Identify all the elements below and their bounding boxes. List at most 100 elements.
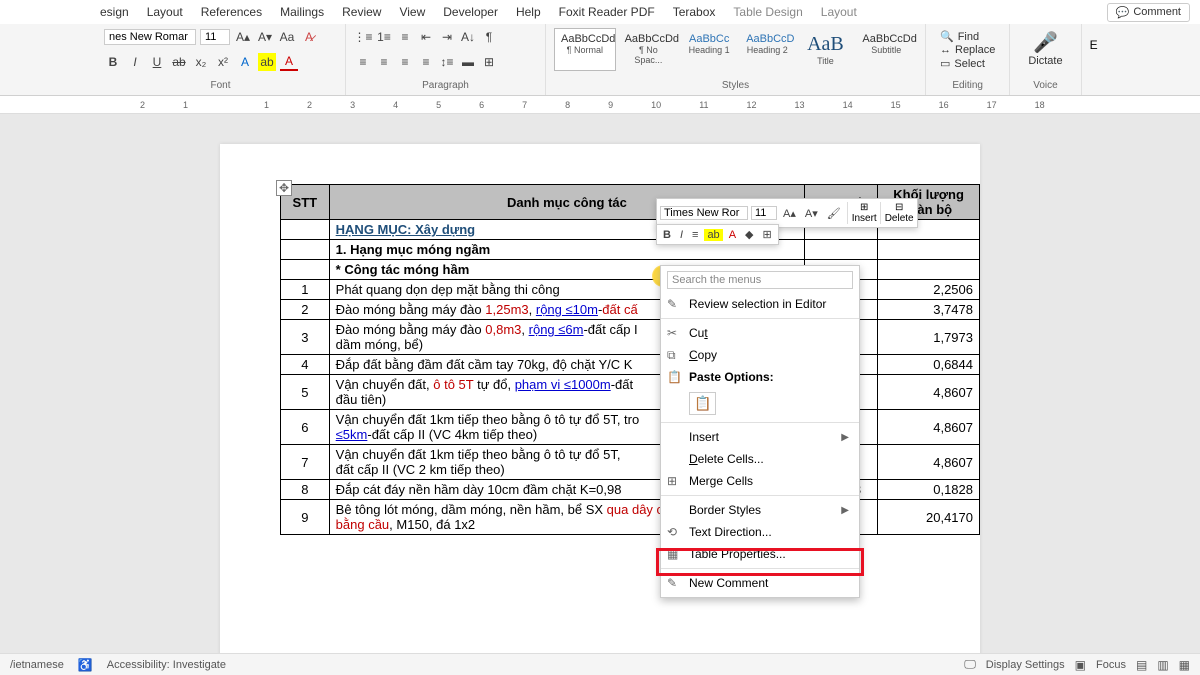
menu-search-input[interactable]: Search the menus [667,271,853,289]
mini-format-painter-icon[interactable]: 🖌 [824,207,844,220]
align-left-icon[interactable]: ≡ [354,53,372,71]
highlight-icon[interactable]: ab [258,53,276,71]
sort-icon[interactable]: A↓ [459,28,477,46]
table-row[interactable]: 7Vận chuyển đất 1km tiếp theo bằng ô tô … [281,445,980,480]
status-focus[interactable]: Focus [1096,659,1126,671]
replace-icon: ↔ [940,44,951,56]
tab-table-layout[interactable]: Layout [821,5,857,19]
table-row[interactable]: 6Vận chuyển đất 1km tiếp theo bằng ô tô … [281,410,980,445]
tab-help[interactable]: Help [516,5,541,19]
font-name-combo[interactable]: nes New Romar [104,29,196,45]
menu-review-selection-in-editor[interactable]: ✎Review selection in Editor [661,293,859,315]
comment-button[interactable]: 💬 Comment [1107,3,1190,22]
mini-insert-button[interactable]: ⊞Insert [847,202,877,224]
ruler[interactable]: 21123456789101112131415161718 [0,96,1200,114]
tab-design[interactable]: esign [100,5,129,19]
tab-mailings[interactable]: Mailings [280,5,324,19]
mini-font-combo[interactable]: Times New Ror [660,206,748,220]
view-print-icon[interactable]: ▥ [1157,658,1168,672]
style-title[interactable]: AaBTitle [797,28,853,71]
menu-new-comment[interactable]: ✎New Comment [661,572,859,594]
dictate-button[interactable]: 🎤 Dictate [1018,28,1072,69]
tab-layout[interactable]: Layout [147,5,183,19]
bullets-icon[interactable]: ⋮≡ [354,28,372,46]
table-move-handle[interactable]: ✥ [276,180,292,196]
table-row[interactable]: 1Phát quang dọn dẹp mặt bằng thi công2,2… [281,280,980,300]
mini-size-combo[interactable]: 11 [751,206,777,220]
mini-shading-icon[interactable]: ◆ [742,228,756,241]
table-row[interactable]: 5Vận chuyển đất, ô tô 5T tự đổ, phạm vi … [281,375,980,410]
tab-view[interactable]: View [399,5,425,19]
menu-table-properties---[interactable]: ▦Table Properties... [661,543,859,565]
mini-shrink-icon[interactable]: A▾ [802,207,821,220]
style---no-spac---[interactable]: AaBbCcDd¶ No Spac... [618,28,680,71]
borders-icon[interactable]: ⊞ [480,53,498,71]
tab-table-design[interactable]: Table Design [733,5,802,19]
dec-indent-icon[interactable]: ⇤ [417,28,435,46]
style-subtitle[interactable]: AaBbCcDdSubtitle [855,28,917,71]
mini-align-icon[interactable]: ≡ [689,229,701,241]
show-marks-icon[interactable]: ¶ [480,28,498,46]
italic-icon[interactable]: I [126,53,144,71]
find-button[interactable]: 🔍Find [940,30,995,43]
table-row[interactable]: 2Đào móng bằng máy đào 1,25m3, rộng ≤10m… [281,300,980,320]
mini-delete-button[interactable]: ⊟Delete [880,202,914,224]
table-row[interactable]: 3Đào móng bằng máy đào 0,8m3, rộng ≤6m-đ… [281,320,980,355]
menu-delete-cells---[interactable]: Delete Cells... [661,448,859,470]
tab-foxit[interactable]: Foxit Reader PDF [559,5,655,19]
tab-terabox[interactable]: Terabox [673,5,716,19]
mini-borders-icon[interactable]: ⊞ [760,228,775,241]
strike-icon[interactable]: ab [170,53,188,71]
mini-italic-icon[interactable]: I [677,229,686,241]
clear-format-icon[interactable]: A̷ [300,28,318,46]
line-spacing-icon[interactable]: ↕≡ [438,53,456,71]
table-row[interactable]: 4Đắp đất bằng đầm đất cầm tay 70kg, độ c… [281,355,980,375]
shrink-font-icon[interactable]: A▾ [256,28,274,46]
underline-icon[interactable]: U [148,53,166,71]
align-right-icon[interactable]: ≡ [396,53,414,71]
multilevel-icon[interactable]: ≡ [396,28,414,46]
styles-gallery[interactable]: AaBbCcDd¶ NormalAaBbCcDd¶ No Spac...AaBb… [554,28,917,71]
view-read-icon[interactable]: ▤ [1136,658,1147,672]
menu-copy[interactable]: ⧉Copy [661,344,859,366]
shading-icon[interactable]: ▬ [459,53,477,71]
table-row[interactable]: 8Đắp cát đáy nền hầm dày 10cm đầm chặt K… [281,480,980,500]
tab-developer[interactable]: Developer [443,5,498,19]
menu-cut[interactable]: ✂Cut [661,322,859,344]
select-button[interactable]: ▭Select [940,57,995,70]
mini-highlight-icon[interactable]: ab [704,229,722,241]
tab-review[interactable]: Review [342,5,381,19]
style---normal[interactable]: AaBbCcDd¶ Normal [554,28,616,71]
view-web-icon[interactable]: ▦ [1179,658,1190,672]
superscript-icon[interactable]: x² [214,53,232,71]
subscript-icon[interactable]: x₂ [192,53,210,71]
menu-paste-options-[interactable]: 📋Paste Options: [661,366,859,388]
tab-references[interactable]: References [201,5,262,19]
status-accessibility[interactable]: Accessibility: Investigate [107,659,226,671]
align-center-icon[interactable]: ≡ [375,53,393,71]
ribbon-group-paragraph: ⋮≡ 1≡ ≡ ⇤ ⇥ A↓ ¶ ≡ ≡ ≡ ≡ ↕≡ ▬ ⊞ Paragrap… [346,24,546,95]
menu-merge-cells[interactable]: ⊞Merge Cells [661,470,859,492]
table-row[interactable]: 9Bê tông lót móng, dầm móng, nền hầm, bể… [281,500,980,535]
grow-font-icon[interactable]: A▴ [234,28,252,46]
mini-fontcolor-icon[interactable]: A [726,229,739,241]
justify-icon[interactable]: ≡ [417,53,435,71]
font-color-icon[interactable]: A [280,53,298,71]
replace-button[interactable]: ↔Replace [940,44,995,56]
style-heading-1[interactable]: AaBbCcHeading 1 [681,28,737,71]
status-language[interactable]: /ietnamese [10,659,64,671]
font-size-combo[interactable]: 11 [200,29,230,45]
status-display[interactable]: Display Settings [986,659,1065,671]
bold-icon[interactable]: B [104,53,122,71]
mini-bold-icon[interactable]: B [660,229,674,241]
text-effects-icon[interactable]: A [236,53,254,71]
menu-border-styles[interactable]: Border Styles▶ [661,499,859,521]
menu-insert[interactable]: Insert▶ [661,426,859,448]
document-table[interactable]: STT Danh mục công tác Đơn vị Khối lượng … [280,184,980,535]
change-case-icon[interactable]: Aa [278,28,296,46]
numbering-icon[interactable]: 1≡ [375,28,393,46]
style-heading-2[interactable]: AaBbCcDHeading 2 [739,28,795,71]
menu-text-direction---[interactable]: ⟲Text Direction... [661,521,859,543]
inc-indent-icon[interactable]: ⇥ [438,28,456,46]
mini-grow-icon[interactable]: A▴ [780,207,799,220]
